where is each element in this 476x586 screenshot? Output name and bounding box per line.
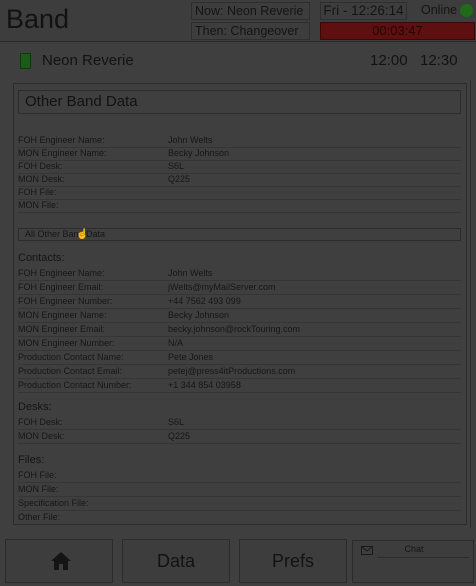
row-value[interactable]: becky.johnson@rockTouring.com bbox=[168, 323, 300, 336]
row-label: Other File: bbox=[18, 512, 61, 522]
contact-row: FOH Engineer Name: John Welts bbox=[18, 267, 461, 281]
row-label: FOH Desk: bbox=[18, 161, 63, 171]
row-value: +1 344 854 03958 bbox=[168, 380, 241, 390]
now-playing-box: Now: Neon Reverie bbox=[191, 2, 310, 20]
row-label: Production Contact Email: bbox=[18, 366, 123, 376]
desks-heading: Desks: bbox=[18, 401, 52, 413]
row-label: MON File: bbox=[18, 200, 59, 210]
contact-row: FOH Engineer Email: jWelts@myMailServer.c… bbox=[18, 281, 461, 295]
home-icon bbox=[51, 552, 71, 570]
prefs-button[interactable]: Prefs bbox=[239, 539, 347, 583]
scrollbar[interactable] bbox=[470, 80, 471, 528]
row-value: N/A bbox=[168, 338, 184, 348]
row-value: S6L bbox=[168, 417, 185, 427]
chat-divider bbox=[377, 557, 469, 558]
data-button[interactable]: Data bbox=[122, 539, 230, 583]
row-label: FOH Engineer Number: bbox=[18, 296, 113, 306]
row-label: FOH File: bbox=[18, 470, 57, 480]
clock-display: Fri - 12:26:14 bbox=[320, 2, 407, 20]
row-value: +44 7562 493 099 bbox=[168, 296, 241, 306]
row-value: Q225 bbox=[168, 431, 191, 441]
row-label: FOH Engineer Name: bbox=[18, 135, 105, 145]
summary-row: MON Engineer Name: Becky Johnson bbox=[18, 147, 461, 161]
contact-row: MON Engineer Number: N/A bbox=[18, 337, 461, 351]
contact-row: Production Contact Name: Pete Jones bbox=[18, 351, 461, 365]
summary-row: FOH File: bbox=[18, 186, 461, 200]
desk-row: MON Desk: Q225 bbox=[18, 430, 461, 444]
file-row: Specification File: bbox=[18, 497, 461, 511]
summary-row: MON Desk: Q225 bbox=[18, 173, 461, 187]
row-label: FOH Engineer Email: bbox=[18, 282, 104, 292]
row-value: Becky Johnson bbox=[168, 310, 230, 320]
contact-row: MON Engineer Email: becky.johnson@rockTou… bbox=[18, 323, 461, 337]
row-value: Pete Jones bbox=[168, 352, 214, 362]
row-label: MON Engineer Email: bbox=[18, 324, 106, 334]
row-value[interactable]: jWelts@myMailServer.com bbox=[168, 281, 276, 294]
cursor-icon: ☝ bbox=[76, 229, 89, 240]
row-label: MON Engineer Number: bbox=[18, 338, 115, 348]
row-value: Becky Johnson bbox=[168, 148, 230, 158]
contacts-heading: Contacts: bbox=[18, 252, 65, 264]
row-value: Q225 bbox=[168, 174, 191, 184]
panel-title: Other Band Data bbox=[18, 90, 461, 114]
contact-row: Production Contact Number: +1 344 854 039… bbox=[18, 379, 461, 393]
summary-row: FOH Engineer Name: John Welts bbox=[18, 134, 461, 148]
band-end-time: 12:30 bbox=[420, 52, 458, 69]
file-row: Other File: bbox=[18, 511, 461, 524]
file-row: FOH File: bbox=[18, 469, 461, 483]
band-data-panel: Other Band Data FOH Engineer Name: John W… bbox=[13, 83, 467, 525]
contact-row: FOH Engineer Number: +44 7562 493 099 bbox=[18, 295, 461, 309]
row-value: John Welts bbox=[168, 268, 213, 278]
page-title: Band bbox=[6, 4, 70, 34]
band-status-indicator-icon bbox=[20, 53, 31, 69]
chat-button[interactable]: Chat bbox=[352, 540, 474, 583]
online-status-label: Online bbox=[421, 3, 458, 17]
row-label: Production Contact Number: bbox=[18, 380, 132, 390]
contact-row: MON Engineer Name: Becky Johnson bbox=[18, 309, 461, 323]
online-indicator-icon bbox=[460, 4, 473, 17]
next-up-box: Then: Changeover bbox=[191, 22, 310, 40]
contact-row: Production Contact Email: petej@press4itP… bbox=[18, 365, 461, 379]
home-button[interactable] bbox=[5, 539, 113, 583]
row-value: S6L bbox=[168, 161, 185, 171]
row-label: MON Engineer Name: bbox=[18, 310, 107, 320]
row-label: MON File: bbox=[18, 484, 59, 494]
files-heading: Files: bbox=[18, 454, 45, 466]
mail-icon bbox=[361, 546, 373, 555]
row-label: FOH File: bbox=[18, 187, 57, 197]
summary-row: FOH Desk: S6L bbox=[18, 160, 461, 174]
current-band-name: Neon Reverie bbox=[42, 52, 134, 69]
summary-row: MON File: bbox=[18, 199, 461, 213]
row-label: MON Desk: bbox=[18, 174, 65, 184]
row-label: MON Engineer Name: bbox=[18, 148, 107, 158]
row-label: Specification File: bbox=[18, 498, 89, 508]
row-label: FOH Engineer Name: bbox=[18, 268, 105, 278]
band-start-time: 12:00 bbox=[370, 52, 408, 69]
row-value[interactable]: petej@press4itProductions.com bbox=[168, 365, 295, 378]
row-label: FOH Desk: bbox=[18, 417, 63, 427]
row-value: John Welts bbox=[168, 135, 213, 145]
countdown-timer: 00:03:47 bbox=[320, 22, 475, 40]
desk-row: FOH Desk: S6L bbox=[18, 416, 461, 430]
file-row: MON File: bbox=[18, 483, 461, 497]
row-label: Production Contact Name: bbox=[18, 352, 124, 362]
header-bar: Band Now: Neon Reverie Then: Changeover … bbox=[0, 0, 476, 42]
row-label: MON Desk: bbox=[18, 431, 65, 441]
